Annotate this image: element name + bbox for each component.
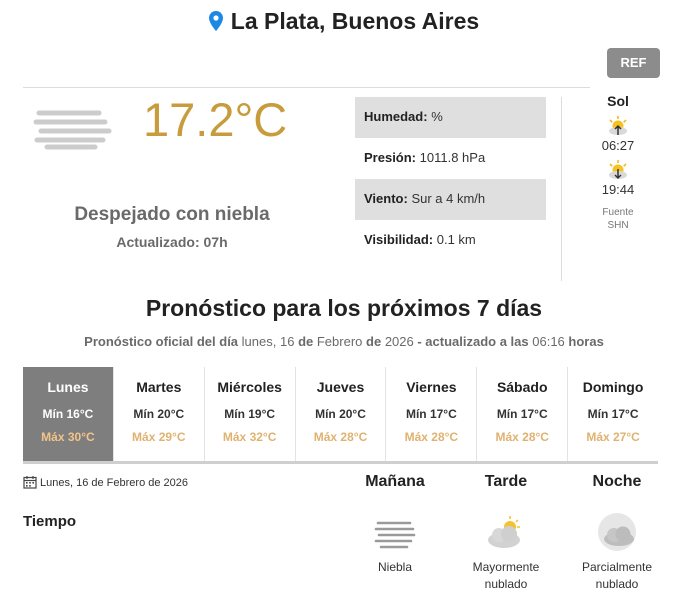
stat-pressure: Presión: 1011.8 hPa (355, 138, 546, 179)
day-min: Mín 17°C (587, 407, 639, 421)
sub-de: de (298, 334, 314, 349)
fog-icon (33, 108, 113, 155)
sun-panel: Sol 06:27 19:44 Fuente SHN (588, 93, 648, 232)
afternoon-desc: Mayormente nublado (472, 560, 540, 591)
calendar-icon (23, 475, 37, 492)
ref-button[interactable]: REF (607, 48, 660, 78)
day-tab-domingo[interactable]: Domingo Mín 17°C Máx 27°C (568, 367, 658, 461)
sunset-time: 19:44 (601, 182, 635, 197)
period-night: Noche (592, 473, 642, 490)
fog-icon (374, 521, 416, 549)
sunrise-icon (609, 116, 627, 135)
stat-value: 1011.8 hPa (419, 150, 486, 165)
location-title: La Plata, Buenos Aires (230, 8, 480, 34)
day-tab-martes[interactable]: Martes Mín 20°C Máx 29°C (114, 367, 205, 461)
sub-year: 2026 (384, 334, 414, 349)
day-name: Miércoles (217, 379, 282, 395)
night-desc: Parcialmente nublado (581, 560, 653, 591)
night-forecast: Parcialmente nublado (567, 513, 667, 593)
updated-time: Actualizado: 07h (116, 234, 228, 250)
day-min: Mín 19°C (224, 407, 276, 421)
day-min: Mín 20°C (315, 407, 366, 421)
day-max: Máx 30°C (41, 430, 95, 444)
sun-title: Sol (607, 93, 629, 109)
current-condition: Despejado con niebla (74, 204, 270, 225)
source-note: Fuente SHN (588, 206, 648, 232)
day-min: Mín 16°C (42, 407, 94, 421)
stat-label: Presión: (364, 150, 417, 165)
divider (23, 87, 590, 88)
day-max: Máx 27°C (586, 430, 640, 444)
stat-label: Viento: (364, 191, 408, 206)
day-name: Jueves (316, 379, 365, 395)
forecast-subtitle: Pronóstico oficial del día lunes, 16 de … (0, 334, 688, 349)
stat-visibility: Visibilidad: 0.1 km (355, 220, 546, 261)
day-name: Martes (136, 379, 182, 395)
partly-cloudy-night-icon (598, 513, 636, 551)
sub-weekday: lunes, 16 (241, 334, 295, 349)
day-tab-jueves[interactable]: Jueves Mín 20°C Máx 28°C (296, 367, 387, 461)
day-name: Sábado (496, 379, 548, 395)
sub-time: 06:16 (532, 334, 565, 349)
day-tabs: Lunes Mín 16°C Máx 30°C Martes Mín 20°C … (23, 367, 658, 464)
day-name: Lunes (47, 379, 89, 395)
day-max: Máx 28°C (404, 430, 459, 444)
source-value: SHN (607, 220, 629, 231)
day-tab-sabado[interactable]: Sábado Mín 17°C Máx 28°C (477, 367, 569, 461)
day-min: Mín 17°C (405, 407, 457, 421)
sunset-icon (609, 160, 627, 180)
sub-month: Febrero (316, 334, 363, 349)
period-afternoon: Tarde (484, 473, 528, 490)
current-temperature: 17.2°C (143, 93, 288, 146)
sub-prefix: Pronóstico oficial del día (84, 334, 239, 349)
stat-value: % (431, 109, 443, 124)
day-tab-lunes[interactable]: Lunes Mín 16°C Máx 30°C (23, 367, 114, 461)
weather-row-label: Tiempo (23, 513, 77, 530)
day-tab-viernes[interactable]: Viernes Mín 17°C Máx 28°C (386, 367, 478, 461)
day-name: Viernes (406, 379, 457, 395)
stat-value: Sur a 4 km/h (411, 191, 486, 206)
detail-date-text: Lunes, 16 de Febrero de 2026 (40, 477, 189, 489)
day-max: Máx 28°C (495, 430, 549, 444)
sunrise-time: 06:27 (601, 138, 635, 153)
stat-label: Visibilidad: (364, 232, 434, 247)
sub-de: de (366, 334, 382, 349)
day-tab-miercoles[interactable]: Miércoles Mín 19°C Máx 32°C (205, 367, 296, 461)
mostly-cloudy-icon (488, 516, 520, 548)
forecast-title: Pronóstico para los próximos 7 días (145, 295, 543, 321)
day-max: Máx 29°C (132, 430, 186, 444)
day-max: Máx 32°C (222, 430, 277, 444)
period-morning: Mañana (365, 473, 425, 490)
afternoon-forecast: Mayormente nublado (456, 513, 556, 593)
stat-value: 0.1 km (436, 232, 476, 247)
day-min: Mín 20°C (133, 407, 185, 421)
day-name: Domingo (582, 379, 644, 395)
morning-desc: Niebla (377, 560, 413, 574)
day-max: Máx 28°C (313, 430, 368, 444)
sub-suffix: horas (568, 334, 604, 349)
morning-forecast: Niebla (345, 513, 445, 576)
location-pin-icon (208, 10, 223, 37)
source-label: Fuente (602, 207, 634, 218)
vertical-divider (561, 97, 562, 281)
day-min: Mín 17°C (496, 407, 548, 421)
stats-panel: Humedad: % Presión: 1011.8 hPa Viento: S… (355, 97, 546, 261)
sub-mid: - actualizado a las (417, 334, 529, 349)
stat-label: Humedad: (364, 109, 428, 124)
detail-date: Lunes, 16 de Febrero de 2026 (23, 475, 188, 492)
stat-humidity: Humedad: % (355, 97, 546, 138)
stat-wind: Viento: Sur a 4 km/h (355, 179, 546, 220)
page-title: La Plata, Buenos Aires (0, 8, 688, 37)
